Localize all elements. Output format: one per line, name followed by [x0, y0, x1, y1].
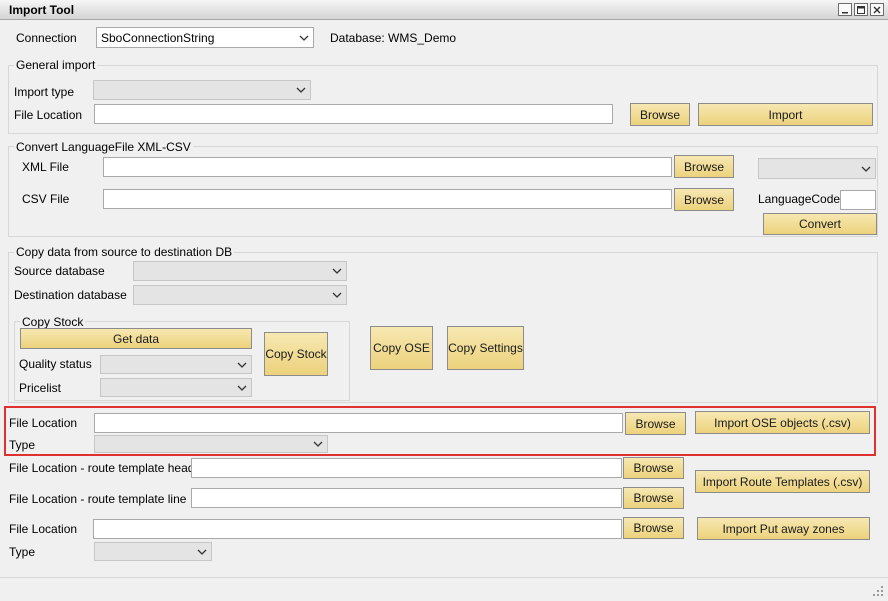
destination-database-select[interactable]: [133, 285, 347, 305]
chevron-down-icon: [233, 379, 251, 396]
putaway-type-select[interactable]: [94, 542, 212, 561]
csv-file-label: CSV File: [22, 192, 70, 206]
chevron-down-icon: [233, 356, 251, 373]
connection-value: SboConnectionString: [101, 30, 215, 45]
copy-stock-legend: Copy Stock: [20, 315, 86, 329]
database-label: Database: WMS_Demo: [330, 31, 457, 45]
source-database-label: Source database: [14, 264, 105, 278]
ose-file-location-input[interactable]: [94, 413, 623, 433]
chevron-down-icon: [309, 436, 327, 452]
import-route-templates-button[interactable]: Import Route Templates (.csv): [695, 470, 870, 493]
xml-file-label: XML File: [22, 160, 69, 174]
status-bar: [0, 577, 888, 601]
connection-select[interactable]: SboConnectionString: [96, 27, 314, 48]
language-code-label: LanguageCode:: [758, 192, 844, 206]
import-putaway-button[interactable]: Import Put away zones: [697, 517, 870, 540]
pricelist-select[interactable]: [100, 378, 252, 397]
language-code-input[interactable]: [840, 190, 876, 210]
general-import-button[interactable]: Import: [698, 103, 873, 126]
minimize-icon[interactable]: [838, 3, 852, 16]
putaway-file-location-input[interactable]: [93, 519, 622, 539]
quality-status-select[interactable]: [100, 355, 252, 374]
chevron-down-icon: [292, 81, 310, 99]
copy-data-legend: Copy data from source to destination DB: [14, 245, 235, 259]
source-database-select[interactable]: [133, 261, 347, 281]
ose-type-label: Type: [9, 438, 36, 452]
maximize-icon[interactable]: [854, 3, 868, 16]
ose-file-location-label: File Location: [9, 416, 78, 430]
connection-label: Connection: [16, 31, 77, 45]
route-header-browse-button[interactable]: Browse: [623, 457, 684, 479]
chevron-down-icon: [328, 286, 346, 304]
chevron-down-icon: [328, 262, 346, 280]
general-file-location-input[interactable]: [94, 104, 613, 124]
copy-stock-button[interactable]: Copy Stock: [264, 332, 328, 376]
title-bar: Import Tool: [0, 0, 888, 20]
route-line-browse-button[interactable]: Browse: [623, 487, 684, 509]
import-type-label: Import type: [14, 85, 75, 99]
general-browse-button[interactable]: Browse: [630, 103, 690, 126]
route-line-input[interactable]: [191, 488, 622, 508]
putaway-type-label: Type: [9, 545, 36, 559]
window-title: Import Tool: [9, 3, 75, 17]
convert-legend: Convert LanguageFile XML-CSV: [14, 140, 193, 154]
route-header-input[interactable]: [191, 458, 622, 478]
copy-settings-button[interactable]: Copy Settings: [447, 326, 524, 370]
close-icon[interactable]: [870, 3, 884, 16]
pricelist-label: Pricelist: [19, 381, 62, 395]
chevron-down-icon: [295, 28, 313, 47]
ose-type-select[interactable]: [94, 435, 328, 453]
import-type-select[interactable]: [93, 80, 311, 100]
route-line-label: File Location - route template line: [9, 492, 187, 506]
putaway-file-location-label: File Location: [9, 522, 78, 536]
chevron-down-icon: [857, 159, 875, 178]
xml-browse-button[interactable]: Browse: [674, 155, 734, 178]
get-data-button[interactable]: Get data: [20, 328, 252, 349]
ose-browse-button[interactable]: Browse: [625, 412, 686, 435]
language-select[interactable]: [758, 158, 876, 179]
xml-file-input[interactable]: [103, 157, 672, 177]
copy-ose-button[interactable]: Copy OSE: [370, 326, 433, 370]
putaway-browse-button[interactable]: Browse: [623, 517, 684, 539]
destination-database-label: Destination database: [14, 288, 127, 302]
csv-browse-button[interactable]: Browse: [674, 188, 734, 211]
import-ose-button[interactable]: Import OSE objects (.csv): [695, 411, 870, 434]
convert-button[interactable]: Convert: [763, 213, 877, 235]
route-header-label: File Location - route template header: [9, 461, 206, 475]
general-import-legend: General import: [14, 58, 98, 72]
chevron-down-icon: [193, 543, 211, 560]
general-file-location-label: File Location: [14, 108, 83, 122]
resize-grip-icon[interactable]: [872, 585, 884, 597]
csv-file-input[interactable]: [103, 189, 672, 209]
quality-status-label: Quality status: [19, 357, 92, 371]
